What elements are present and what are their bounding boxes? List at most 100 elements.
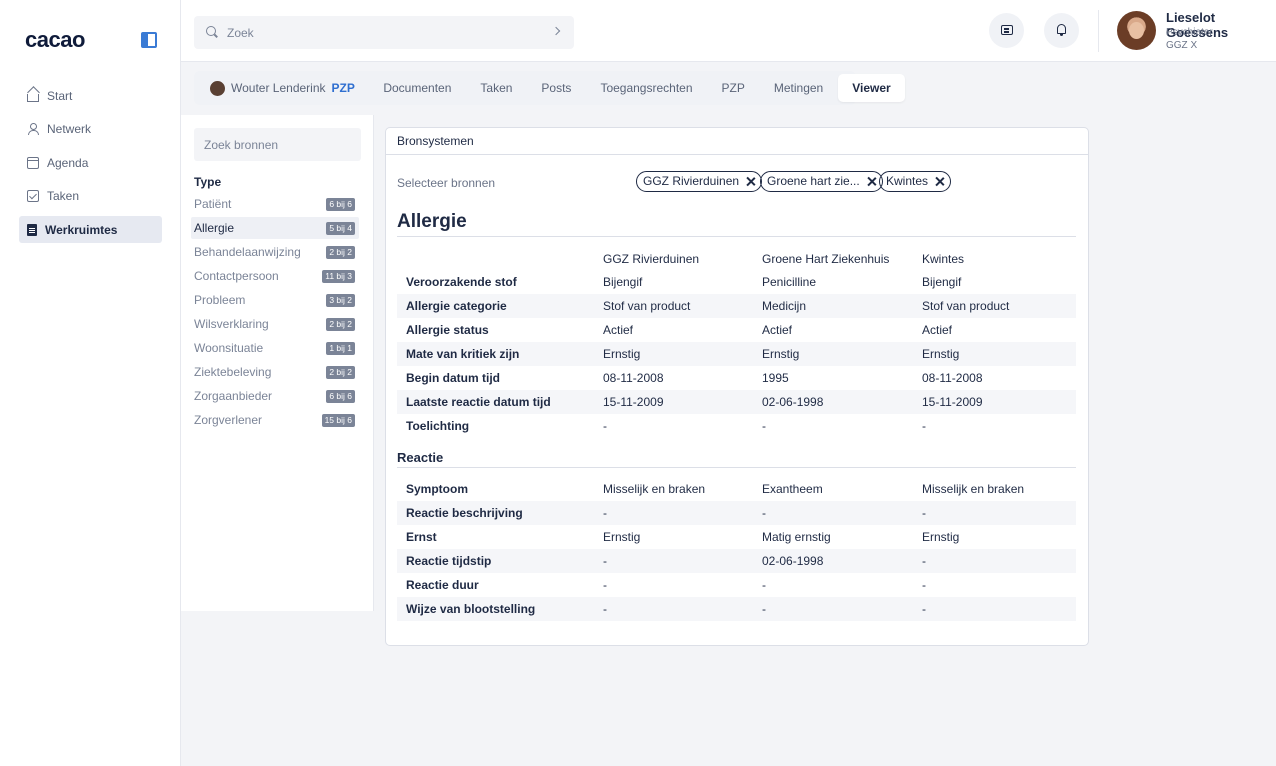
close-icon[interactable]: [935, 177, 944, 186]
type-item[interactable]: Wilsverklaring 2 bij 2: [191, 313, 359, 335]
tab-viewer[interactable]: Viewer: [837, 74, 906, 102]
count-badge: 6 bij 6: [326, 389, 355, 403]
source-chip[interactable]: Kwintes: [879, 171, 952, 192]
cell-value: 02-06-1998: [762, 554, 824, 568]
source-chip[interactable]: GGZ Rivierduinen: [636, 171, 763, 192]
row-label: Symptoom: [406, 482, 469, 496]
type-label: Woonsituatie: [194, 341, 264, 355]
cell-value: 08-11-2008: [922, 371, 983, 385]
table-row: Begin datum tijd 08-11-2008 1995 08-11-2008: [397, 366, 1076, 390]
count-badge: 15 bij 6: [321, 413, 355, 427]
table-row: Allergie categorie Stof van product Medici…: [397, 294, 1076, 318]
sidebar-toggle-icon[interactable]: [141, 32, 157, 48]
chip-label: Groene hart zie...: [767, 174, 860, 188]
patient-pzp-tag: PZP: [331, 81, 355, 95]
nav-item-werkruimtes[interactable]: Werkruimtes: [19, 216, 162, 243]
row-label: Reactie duur: [406, 578, 479, 592]
type-item[interactable]: Allergie 5 bij 4: [191, 217, 359, 239]
messages-button[interactable]: [989, 13, 1024, 48]
type-label: Ziektebeleving: [194, 365, 272, 379]
cell-value: -: [922, 419, 926, 433]
user-role: Psychiater: [1166, 27, 1213, 38]
cell-value: Actief: [603, 323, 634, 337]
row-label: Allergie categorie: [406, 299, 507, 313]
cell-value: -: [603, 506, 607, 520]
app-logo[interactable]: cacao: [25, 27, 85, 53]
close-icon[interactable]: [746, 177, 755, 186]
cell-value: -: [922, 578, 926, 592]
type-label: Zorgaanbieder: [194, 389, 273, 403]
cell-value: 1995: [762, 371, 789, 385]
cell-value: 02-06-1998: [762, 395, 824, 409]
table-row: Symptoom Misselijk en braken Exantheem Miss…: [397, 477, 1076, 501]
chip-label: GGZ Rivierduinen: [643, 174, 740, 188]
type-item[interactable]: Probleem 3 bij 2: [191, 289, 359, 311]
tab-patient[interactable]: Wouter Lenderink PZP: [198, 74, 369, 102]
tab-documenten[interactable]: Documenten: [369, 74, 466, 102]
count-badge: 2 bij 2: [326, 317, 355, 331]
cell-value: -: [922, 554, 926, 568]
row-label: Allergie status: [406, 323, 489, 337]
table-row: Reactie tijdstip - 02-06-1998 -: [397, 549, 1076, 573]
row-label: Reactie tijdstip: [406, 554, 492, 568]
nav-item-label: Agenda: [47, 155, 89, 170]
type-item[interactable]: Zorgaanbieder 6 bij 6: [191, 385, 359, 407]
count-badge: 5 bij 4: [326, 221, 355, 235]
cell-value: Stof van product: [603, 299, 691, 313]
cell-value: -: [603, 578, 607, 592]
user-avatar[interactable]: [1117, 11, 1156, 50]
tab-pzp[interactable]: PZP: [707, 74, 759, 102]
tab-posts[interactable]: Posts: [527, 74, 586, 102]
table-row: Laatste reactie datum tijd 15-11-2009 02-0…: [397, 390, 1076, 414]
table-row: Reactie beschrijving - - -: [397, 501, 1076, 525]
type-item[interactable]: Ziektebeleving 2 bij 2: [191, 361, 359, 383]
cell-value: -: [922, 506, 926, 520]
column-header: Groene Hart Ziekenhuis: [762, 252, 890, 266]
notifications-button[interactable]: [1044, 13, 1079, 48]
type-item[interactable]: Patiënt 6 bij 6: [191, 193, 359, 215]
cell-value: 15-11-2009: [603, 395, 664, 409]
cell-value: Ernstig: [603, 347, 641, 361]
count-badge: 2 bij 2: [326, 245, 355, 259]
nav-item-label: Werkruimtes: [45, 222, 118, 237]
type-label: Behandelaanwijzing: [194, 245, 301, 259]
cell-value: Ernstig: [603, 530, 641, 544]
tab-metingen[interactable]: Metingen: [759, 74, 837, 102]
global-search[interactable]: [194, 16, 574, 49]
source-search-input[interactable]: [194, 128, 361, 161]
nav-item-netwerk[interactable]: Netwerk: [19, 116, 162, 143]
cell-value: Actief: [762, 323, 793, 337]
type-item[interactable]: Woonsituatie 1 bij 1: [191, 337, 359, 359]
tab-taken[interactable]: Taken: [466, 74, 527, 102]
chevron-right-icon[interactable]: [551, 26, 561, 36]
type-item[interactable]: Zorgverlener 15 bij 6: [191, 409, 359, 431]
cell-value: Stof van product: [922, 299, 1010, 313]
tab-toegangsrechten[interactable]: Toegangsrechten: [586, 74, 707, 102]
calendar-icon: [27, 156, 39, 169]
table-row: Reactie duur - - -: [397, 573, 1076, 597]
home-icon: [27, 93, 39, 102]
search-input[interactable]: [227, 25, 527, 40]
close-icon[interactable]: [867, 177, 876, 186]
count-badge: 6 bij 6: [326, 197, 355, 211]
row-label: Laatste reactie datum tijd: [406, 395, 551, 409]
type-item[interactable]: Behandelaanwijzing 2 bij 2: [191, 241, 359, 263]
cell-value: -: [603, 554, 607, 568]
user-icon: [27, 123, 39, 135]
nav-item-agenda[interactable]: Agenda: [19, 149, 162, 176]
divider: [397, 236, 1076, 237]
type-item[interactable]: Contactpersoon 11 bij 3: [191, 265, 359, 287]
cell-value: Bijengif: [603, 275, 643, 289]
source-chip[interactable]: Groene hart zie...: [760, 171, 883, 192]
sidebar: cacao Start Netwerk Agenda Taken Werkruimtes: [0, 0, 181, 766]
cell-value: -: [762, 506, 766, 520]
row-label: Ernst: [406, 530, 437, 544]
cell-value: -: [762, 419, 766, 433]
nav-item-taken[interactable]: Taken: [19, 183, 162, 210]
nav-item-start[interactable]: Start: [19, 82, 162, 109]
cell-value: -: [762, 578, 766, 592]
cell-value: Ernstig: [922, 347, 960, 361]
count-badge: 1 bij 1: [326, 341, 355, 355]
table-row: Ernst Ernstig Matig ernstig Ernstig: [397, 525, 1076, 549]
allergy-table: Veroorzakende stof Bijengif Penicilline Bij…: [397, 270, 1076, 438]
